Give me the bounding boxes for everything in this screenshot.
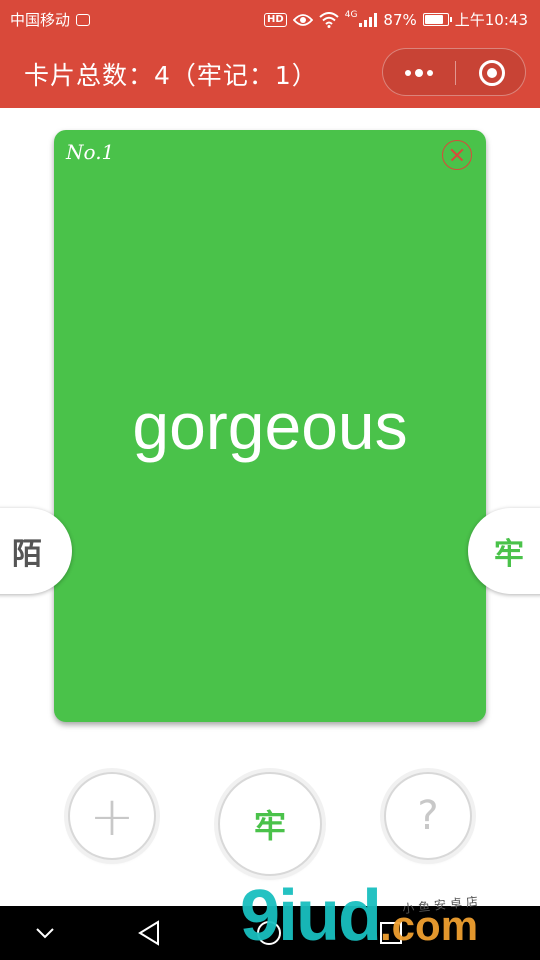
battery-icon — [422, 13, 452, 26]
delete-card-icon[interactable] — [442, 140, 472, 170]
status-left: 中国移动 — [10, 9, 91, 30]
card-word: gorgeous — [132, 389, 408, 463]
close-mini-program-button[interactable] — [479, 60, 505, 86]
clock: 上午10:43 — [454, 11, 528, 29]
watermark-logo: 9iud.com — [240, 880, 478, 952]
flash-card[interactable]: No.1 gorgeous — [54, 130, 486, 722]
question-icon: ? — [417, 793, 439, 839]
title-bar: 卡片总数：4（牢记：1） — [0, 36, 540, 108]
signal-icon — [359, 12, 378, 27]
back-button[interactable] — [132, 916, 166, 950]
status-bar: 中国移动 HD 4G 87% 上午10:43 — [0, 0, 540, 36]
plus-icon: + — [89, 784, 135, 848]
more-dots-icon — [405, 70, 411, 76]
remember-button[interactable]: 牢 — [218, 772, 322, 876]
hide-keyboard-button[interactable] — [28, 916, 62, 950]
add-card-button[interactable]: + — [68, 772, 156, 860]
watermark-main: 9iud — [240, 876, 382, 956]
remembered-label: 牢 — [494, 537, 524, 572]
help-button[interactable]: ? — [384, 772, 472, 860]
capsule-divider — [455, 61, 456, 85]
notification-icon — [76, 13, 91, 26]
more-menu-button[interactable] — [383, 49, 455, 97]
more-dots-icon — [415, 69, 423, 77]
more-dots-icon — [427, 70, 433, 76]
wifi-icon — [319, 11, 339, 28]
hd-icon: HD — [264, 12, 287, 27]
back-triangle-icon — [138, 920, 159, 946]
status-right: HD 4G 87% 上午10:43 — [264, 9, 528, 30]
network-type: 4G — [344, 9, 358, 20]
unfamiliar-label: 陌 — [12, 537, 42, 572]
carrier-name: 中国移动 — [10, 11, 71, 29]
page-title: 卡片总数：4（牢记：1） — [24, 61, 318, 90]
battery-percent: 87% — [383, 10, 417, 29]
card-number: No.1 — [66, 140, 115, 164]
chevron-down-icon — [36, 928, 54, 939]
eye-icon — [292, 13, 313, 26]
remember-label: 牢 — [253, 807, 286, 845]
mini-program-capsule — [382, 48, 526, 96]
